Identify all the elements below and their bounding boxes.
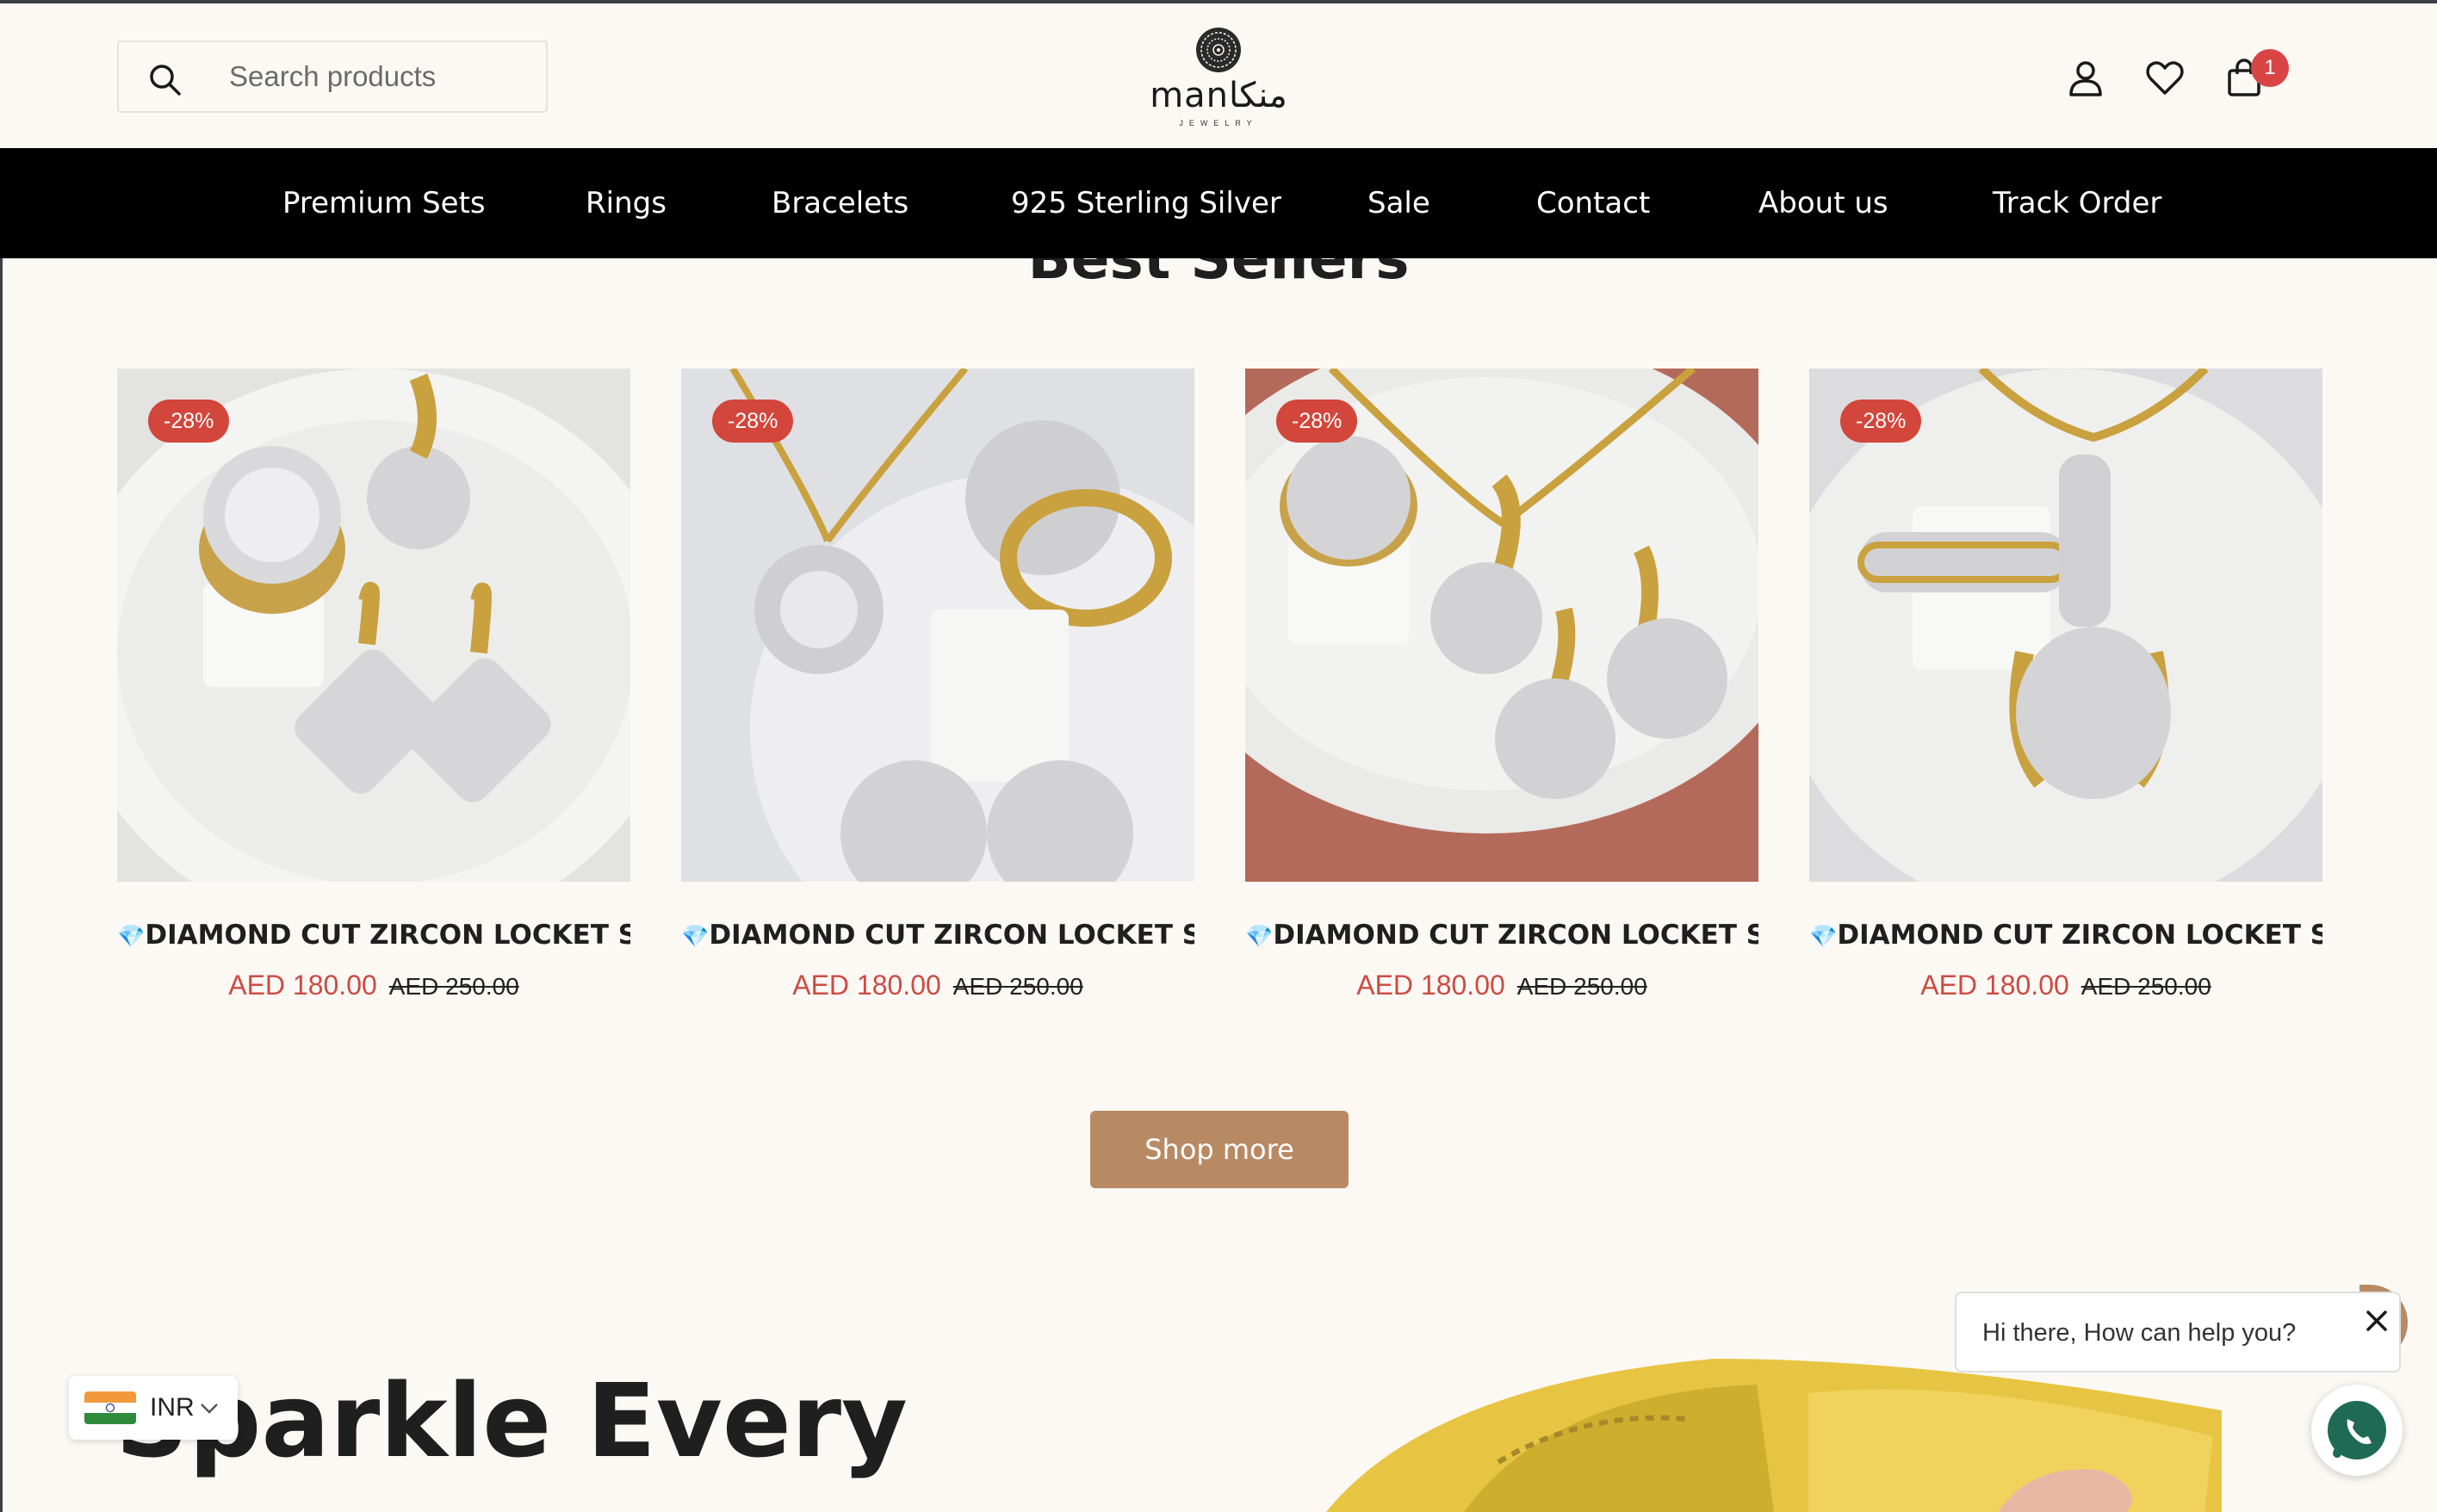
close-icon[interactable] [2359, 1304, 2394, 1338]
product-title[interactable]: 💎DIAMOND CUT ZIRCON LOCKET SE... [1245, 920, 1758, 951]
sale-price: AED 180.00 [792, 970, 941, 1001]
product-image[interactable]: -28% [117, 369, 630, 882]
nav-label-bracelets[interactable]: Bracelets [772, 148, 908, 258]
diamond-icon: 💎 [117, 924, 146, 950]
logo-mandala-icon [1196, 28, 1241, 72]
diamond-icon: 💎 [681, 924, 710, 950]
hero-image [1326, 1359, 2222, 1512]
shop-more-button[interactable]: Shop more [1090, 1111, 1349, 1188]
logo-text: manمنكا [1150, 76, 1287, 115]
discount-badge: -28% [1840, 400, 1922, 443]
product-prices: AED 180.00 AED 250.00 [117, 970, 630, 1001]
discount-badge: -28% [712, 400, 794, 443]
original-price: AED 250.00 [2080, 973, 2211, 1000]
product-image[interactable]: -28% [1809, 369, 2322, 882]
nav-labels: Premium Sets Rings Bracelets 925 Sterlin… [0, 148, 2437, 258]
discount-badge: -28% [148, 400, 230, 443]
whatsapp-icon [2328, 1401, 2386, 1459]
product-prices: AED 180.00 AED 250.00 [681, 970, 1194, 1001]
diamond-icon: 💎 [1245, 924, 1274, 950]
sale-price: AED 180.00 [1356, 970, 1505, 1001]
nav-label-sterling-silver[interactable]: 925 Sterling Silver [1011, 148, 1281, 258]
nav-label-sale[interactable]: Sale [1367, 148, 1430, 258]
product-prices: AED 180.00 AED 250.00 [1245, 970, 1758, 1001]
nav-label-premium-sets[interactable]: Premium Sets [282, 148, 486, 258]
original-price: AED 250.00 [388, 973, 519, 1000]
product-title[interactable]: 💎DIAMOND CUT ZIRCON LOCKET SE... [117, 920, 630, 951]
nav-label-rings[interactable]: Rings [586, 148, 667, 258]
logo-subtext: JEWELRY [1179, 119, 1258, 127]
india-flag-icon [84, 1391, 136, 1424]
chevron-down-icon [201, 1404, 218, 1414]
product-title[interactable]: 💎DIAMOND CUT ZIRCON LOCKET SE... [1809, 920, 2322, 951]
site-header: manمنكا JEWELRY 1 [0, 3, 2437, 148]
search-box[interactable] [117, 40, 548, 113]
product-prices: AED 180.00 AED 250.00 [1809, 970, 2322, 1001]
original-price: AED 250.00 [952, 973, 1083, 1000]
currency-selector[interactable]: INR [69, 1376, 238, 1440]
diamond-icon: 💎 [1809, 924, 1838, 950]
nav-label-contact[interactable]: Contact [1536, 148, 1650, 258]
nav-label-about-us[interactable]: About us [1758, 148, 1888, 258]
original-price: AED 250.00 [1516, 973, 1647, 1000]
nav-label-track-order[interactable]: Track Order [1993, 148, 2161, 258]
whatsapp-chat-button[interactable] [2311, 1385, 2403, 1476]
currency-code: INR [150, 1393, 195, 1422]
cart-count-badge: 1 [2251, 49, 2289, 87]
chat-message: Hi there, How can help you? [1982, 1319, 2297, 1347]
search-input[interactable] [229, 54, 522, 99]
product-image[interactable]: -28% [1245, 369, 1758, 882]
chat-popup: Hi there, How can help you? [1955, 1292, 2401, 1373]
product-title[interactable]: 💎DIAMOND CUT ZIRCON LOCKET SE... [681, 920, 1194, 951]
discount-badge: -28% [1276, 400, 1358, 443]
sale-price: AED 180.00 [1920, 970, 2069, 1001]
wishlist-heart-icon[interactable] [2144, 57, 2186, 98]
account-icon[interactable] [2065, 57, 2106, 98]
search-icon[interactable] [148, 63, 183, 97]
sale-price: AED 180.00 [228, 970, 377, 1001]
site-logo[interactable]: manمنكا JEWELRY [1150, 26, 1287, 133]
product-image[interactable]: -28% [681, 369, 1194, 882]
